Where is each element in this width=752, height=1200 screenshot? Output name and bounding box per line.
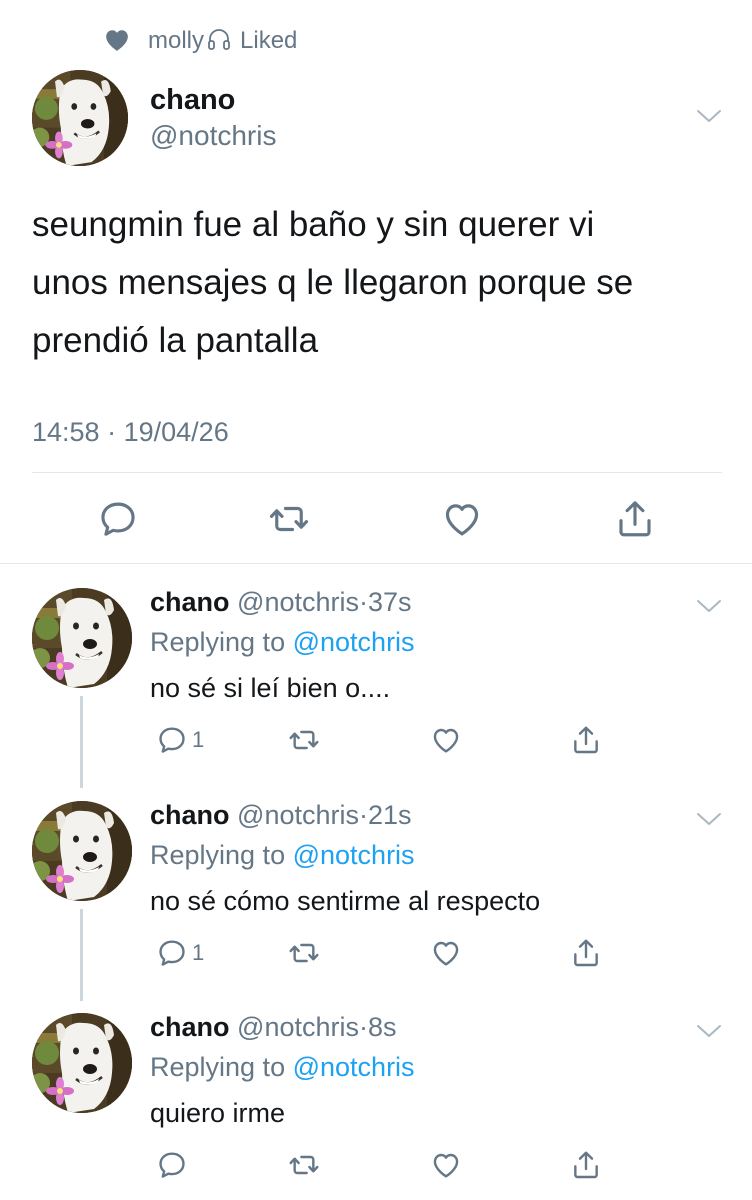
tweet-text-line: prendió la pantalla: [32, 321, 319, 360]
thread-connector: [80, 909, 83, 1001]
chevron-down-icon[interactable]: [696, 811, 722, 827]
tweet-actions: 1: [150, 722, 710, 762]
reply-text: no sé si leí bien o....: [150, 673, 391, 703]
author-handle[interactable]: @notchris: [237, 587, 359, 617]
replying-to-handle[interactable]: @notchris: [293, 627, 415, 657]
replying-to-label: Replying to: [150, 627, 286, 657]
replying-to: Replying to @notchris: [150, 837, 415, 873]
divider: [32, 472, 722, 473]
reply-count: 1: [192, 727, 205, 752]
replying-to-label: Replying to: [150, 840, 286, 870]
divider: [0, 563, 752, 564]
reply-time[interactable]: 8s: [368, 1012, 397, 1042]
retweet-icon[interactable]: [268, 498, 310, 540]
reply-icon[interactable]: [97, 498, 139, 540]
share-icon[interactable]: [570, 937, 602, 969]
like-icon[interactable]: [430, 937, 462, 969]
heart-icon: [106, 30, 128, 51]
reply-time[interactable]: 37s: [368, 587, 412, 617]
reply-header: chano @notchris·37s: [150, 584, 412, 620]
header-separator: ·: [358, 587, 368, 617]
tweet-actions: [150, 1147, 710, 1187]
reply-icon[interactable]: [156, 937, 188, 969]
reply-text: quiero irme: [150, 1098, 286, 1128]
reply-text: no sé cómo sentirme al respecto: [150, 886, 541, 916]
header-separator: ·: [358, 800, 368, 830]
like-icon[interactable]: [430, 724, 462, 756]
avatar[interactable]: [32, 70, 128, 166]
like-icon[interactable]: [441, 498, 483, 540]
tweet-actions: [0, 490, 752, 550]
chevron-down-icon[interactable]: [696, 1023, 722, 1039]
retweet-icon[interactable]: [288, 724, 320, 756]
headphones-icon: [208, 29, 230, 50]
tweet-text-line: unos mensajes q le llegaron porque se: [32, 263, 634, 302]
tweet-text-line: seungmin fue al baño y sin querer vi: [32, 205, 595, 244]
header-separator: ·: [358, 1012, 368, 1042]
share-icon[interactable]: [570, 724, 602, 756]
chevron-down-icon[interactable]: [696, 108, 722, 124]
chevron-down-icon[interactable]: [696, 598, 722, 614]
tweet-text: seungmin fue al baño y sin querer vi uno…: [32, 196, 732, 370]
share-icon[interactable]: [614, 498, 656, 540]
author-name[interactable]: chano: [150, 82, 235, 118]
share-icon[interactable]: [570, 1149, 602, 1181]
author-name[interactable]: chano: [150, 587, 230, 617]
reply-time[interactable]: 21s: [368, 800, 412, 830]
liked-by-name[interactable]: molly: [148, 27, 204, 54]
author-handle[interactable]: @notchris: [150, 118, 276, 154]
replying-to: Replying to @notchris: [150, 624, 415, 660]
author-name[interactable]: chano: [150, 800, 230, 830]
main-tweet: chano @notchris seungmin fue al baño y s…: [0, 60, 752, 563]
replying-to: Replying to @notchris: [150, 1049, 415, 1085]
tweet-time: 14:58: [32, 417, 100, 447]
liked-by-text: molly Liked: [148, 26, 297, 56]
reply-tweet[interactable]: chano @notchris·21s Replying to @notchri…: [0, 781, 752, 1001]
thread-connector: [80, 696, 83, 788]
tweet-actions: 1: [150, 935, 710, 975]
like-icon[interactable]: [430, 1149, 462, 1181]
avatar[interactable]: [32, 1013, 132, 1113]
reply-icon[interactable]: [156, 1149, 188, 1181]
avatar[interactable]: [32, 801, 132, 901]
reply-header: chano @notchris·8s: [150, 1009, 397, 1045]
retweet-icon[interactable]: [288, 937, 320, 969]
replying-to-label: Replying to: [150, 1052, 286, 1082]
author-name[interactable]: chano: [150, 1012, 230, 1042]
retweet-icon[interactable]: [288, 1149, 320, 1181]
reply-icon[interactable]: [156, 724, 188, 756]
tweet-meta-separator: ·: [107, 417, 117, 447]
reply-tweet[interactable]: chano @notchris·8s Replying to @notchris…: [0, 993, 752, 1200]
tweet-date: 19/04/26: [123, 417, 229, 447]
liked-label: Liked: [240, 27, 298, 54]
reply-header: chano @notchris·21s: [150, 797, 412, 833]
tweet-timestamp[interactable]: 14:58 · 19/04/26: [32, 414, 229, 450]
avatar[interactable]: [32, 588, 132, 688]
author-handle[interactable]: @notchris: [237, 1012, 359, 1042]
reply-tweet[interactable]: chano @notchris·37s Replying to @notchri…: [0, 568, 752, 788]
replying-to-handle[interactable]: @notchris: [293, 1052, 415, 1082]
reply-count: 1: [192, 940, 205, 965]
author-handle[interactable]: @notchris: [237, 800, 359, 830]
replying-to-handle[interactable]: @notchris: [293, 840, 415, 870]
